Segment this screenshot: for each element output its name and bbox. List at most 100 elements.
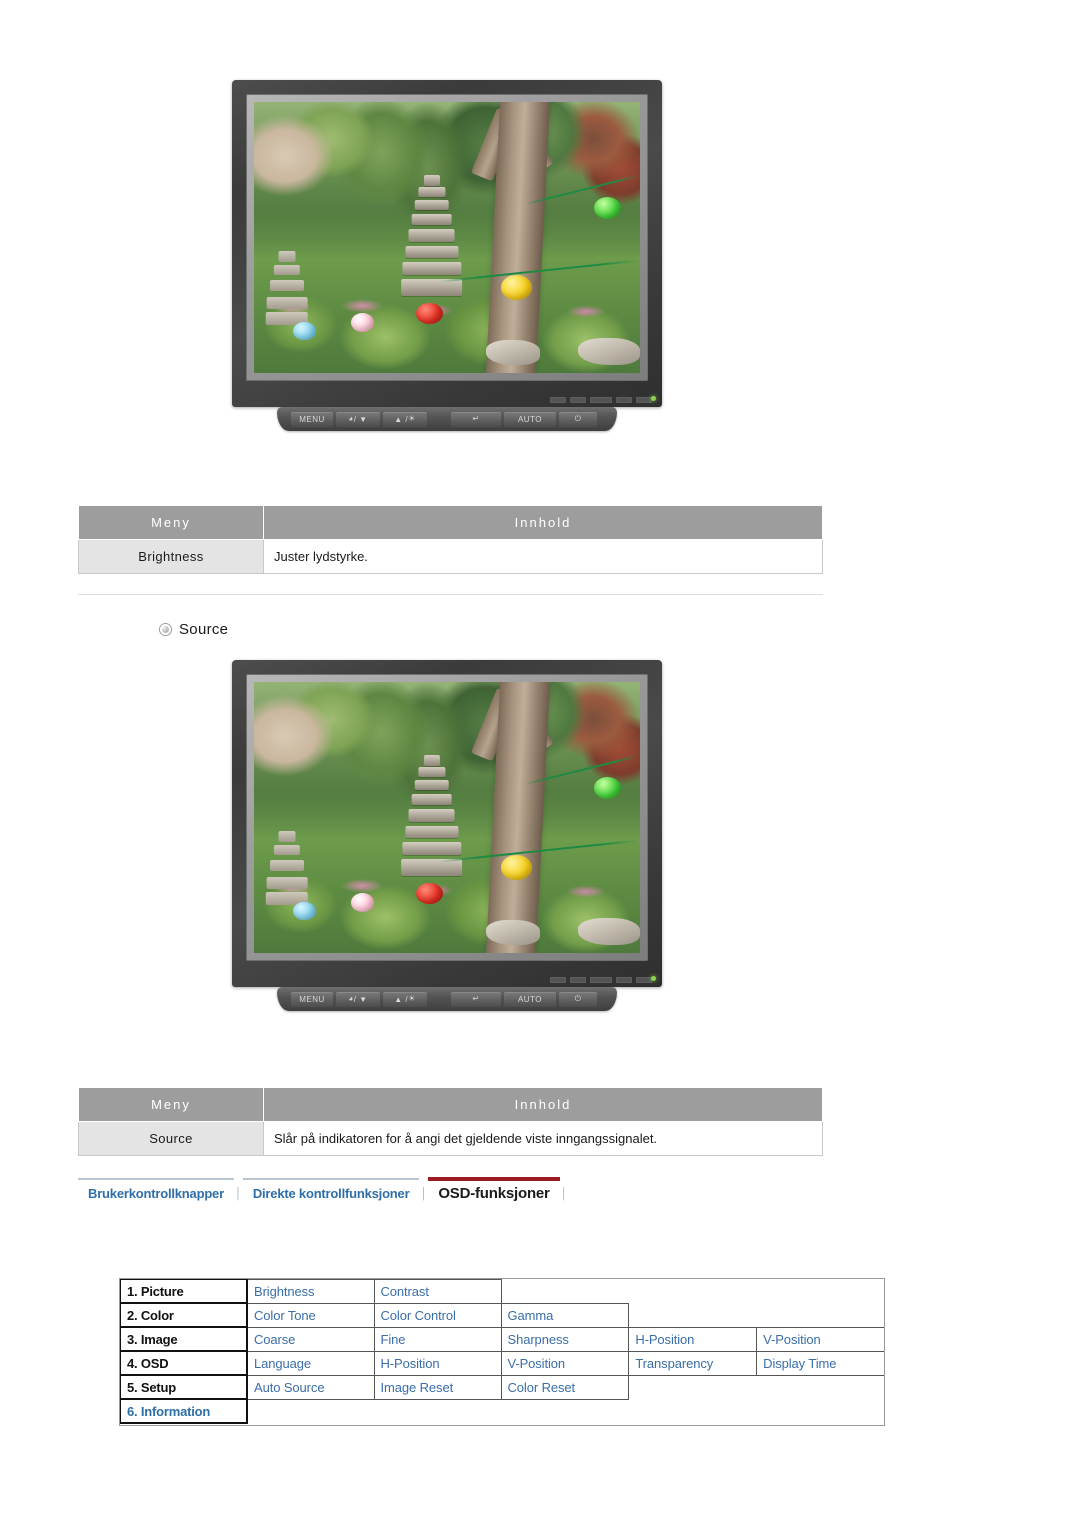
osd-item[interactable]: Display Time <box>756 1350 885 1376</box>
osd-category-6[interactable]: 6. Information <box>119 1398 248 1424</box>
brightness-info-table: Meny Innhold Brightness Juster lydstyrke… <box>78 505 823 574</box>
menu-button[interactable]: MENU <box>291 991 333 1007</box>
power-led-indicator <box>651 396 656 401</box>
photo-lantern-yellow <box>501 855 532 880</box>
photo-lantern-pink <box>350 893 374 913</box>
osd-item[interactable]: Sharpness <box>500 1326 630 1352</box>
monitor-screen <box>254 102 640 373</box>
osd-item[interactable]: Color Control <box>373 1302 502 1328</box>
button-bar-gap <box>430 412 448 427</box>
cell-innhold-brightness: Juster lydstyrke. <box>263 539 823 574</box>
enter-button[interactable]: ↵ <box>451 411 501 427</box>
osd-menu-row: 5. Setup Auto Source Image Reset Color Rese… <box>119 1374 885 1400</box>
photo-lantern-red <box>416 302 444 325</box>
monitor-bezel <box>246 94 648 381</box>
osd-menu-row: 2. Color Color Tone Color Control Gamma <box>119 1302 885 1328</box>
power-button[interactable]: ⏻ <box>559 411 597 427</box>
osd-item[interactable]: Gamma <box>500 1302 630 1328</box>
osd-item[interactable]: H-Position <box>373 1350 502 1376</box>
osd-item[interactable]: Language <box>246 1350 375 1376</box>
osd-menu-row: 1. Picture Brightness Contrast <box>119 1278 885 1304</box>
source-info-table: Meny Innhold Source Slår på indikatoren … <box>78 1087 823 1156</box>
photo-lantern-red <box>416 882 444 905</box>
osd-empty-cell <box>629 1375 885 1399</box>
table-header-row: Meny Innhold <box>78 505 823 540</box>
brightness-up-button[interactable]: ▲ / ☀ <box>383 411 427 427</box>
cell-meny-brightness: Brightness <box>78 539 264 574</box>
osd-menu-row: 4. OSD Language H-Position V-Position Transp… <box>119 1350 885 1376</box>
enter-button[interactable]: ↵ <box>451 991 501 1007</box>
monitor-chassis <box>232 660 662 987</box>
osd-category-2[interactable]: 2. Color <box>119 1302 248 1328</box>
enter-icon: ↵ <box>472 994 480 1003</box>
osd-item[interactable]: Color Tone <box>246 1302 375 1328</box>
nav-separator: │ <box>420 1188 428 1200</box>
power-button[interactable]: ⏻ <box>559 991 597 1007</box>
bezel-control-markings <box>550 397 652 403</box>
down-button-label: / ▼ <box>353 414 368 424</box>
photo-lantern-pink <box>350 313 374 333</box>
nav-separator: │ <box>560 1188 568 1200</box>
osd-item[interactable]: Image Reset <box>373 1374 502 1400</box>
header-meny: Meny <box>78 1087 264 1122</box>
osd-item[interactable]: H-Position <box>628 1326 758 1352</box>
osd-category-1[interactable]: 1. Picture <box>119 1278 248 1304</box>
nav-separator: │ <box>234 1188 242 1200</box>
nav-tab-3[interactable]: OSD-funksjoner <box>428 1177 561 1204</box>
menu-button[interactable]: MENU <box>291 411 333 427</box>
nav-tab-1[interactable]: Brukerkontrollknapper <box>78 1178 234 1203</box>
photo-rock <box>578 917 640 945</box>
osd-menu-row: 6. Information <box>119 1398 885 1424</box>
osd-empty-cell <box>501 1279 885 1303</box>
photo-stone-pagoda <box>400 755 463 891</box>
nav-tab-2[interactable]: Direkte kontrollfunksjoner <box>242 1178 420 1203</box>
source-down-button[interactable]: ◕ / ▼ <box>336 411 380 427</box>
power-icon: ⏻ <box>574 414 582 423</box>
header-innhold: Innhold <box>263 505 823 540</box>
osd-item[interactable]: Contrast <box>373 1278 502 1304</box>
table-row: Brightness Juster lydstyrke. <box>78 539 823 574</box>
photo-rock <box>485 920 540 945</box>
enter-icon: ↵ <box>472 414 480 423</box>
osd-item[interactable]: V-Position <box>756 1326 885 1352</box>
up-button-label: ▲ / <box>394 994 409 1004</box>
auto-button[interactable]: AUTO <box>504 411 556 427</box>
photo-stone-pagoda <box>400 175 463 311</box>
osd-menu-row: 3. Image Coarse Fine Sharpness H-Position V-P… <box>119 1326 885 1352</box>
osd-category-4[interactable]: 4. OSD <box>119 1350 248 1376</box>
photo-lantern-blue <box>292 321 316 341</box>
source-section-heading: Source <box>160 621 228 638</box>
photo-lantern-green <box>593 776 621 799</box>
osd-item[interactable]: Brightness <box>246 1278 375 1304</box>
osd-item[interactable]: Color Reset <box>500 1374 630 1400</box>
table-header-row: Meny Innhold <box>78 1087 823 1122</box>
osd-category-3[interactable]: 3. Image <box>119 1326 248 1352</box>
header-innhold: Innhold <box>263 1087 823 1122</box>
source-monitor-figure: MENU ◕ / ▼ ▲ / ☀ ↵ AUTO ⏻ <box>232 660 662 1011</box>
osd-item[interactable]: Fine <box>373 1326 502 1352</box>
photo-rock <box>578 337 640 365</box>
osd-item[interactable]: Coarse <box>246 1326 375 1352</box>
brightness-icon: ☀ <box>408 414 416 423</box>
brightness-up-button[interactable]: ▲ / ☀ <box>383 991 427 1007</box>
monitor-control-button-bar: MENU ◕ / ▼ ▲ / ☀ ↵ AUTO ⏻ <box>277 407 617 431</box>
brightness-icon: ☀ <box>408 994 416 1003</box>
photo-lantern-yellow <box>501 275 532 300</box>
osd-item[interactable]: Auto Source <box>246 1374 375 1400</box>
source-down-button[interactable]: ◕ / ▼ <box>336 991 380 1007</box>
garden-photo <box>254 682 640 953</box>
source-heading-label: Source <box>179 621 229 638</box>
brightness-monitor-figure: MENU ◕ / ▼ ▲ / ☀ ↵ AUTO ⏻ <box>232 80 662 431</box>
photo-rock <box>485 340 540 365</box>
header-meny: Meny <box>78 505 264 540</box>
osd-item[interactable]: V-Position <box>500 1350 630 1376</box>
osd-empty-cell <box>247 1399 885 1423</box>
down-button-label: / ▼ <box>353 994 368 1004</box>
cell-innhold-source: Slår på indikatoren for å angi det gjeld… <box>263 1121 823 1156</box>
power-icon: ⏻ <box>574 994 582 1003</box>
auto-button[interactable]: AUTO <box>504 991 556 1007</box>
monitor-screen <box>254 682 640 953</box>
osd-category-5[interactable]: 5. Setup <box>119 1374 248 1400</box>
osd-item[interactable]: Transparency <box>628 1350 758 1376</box>
photo-small-pagoda <box>265 831 309 907</box>
